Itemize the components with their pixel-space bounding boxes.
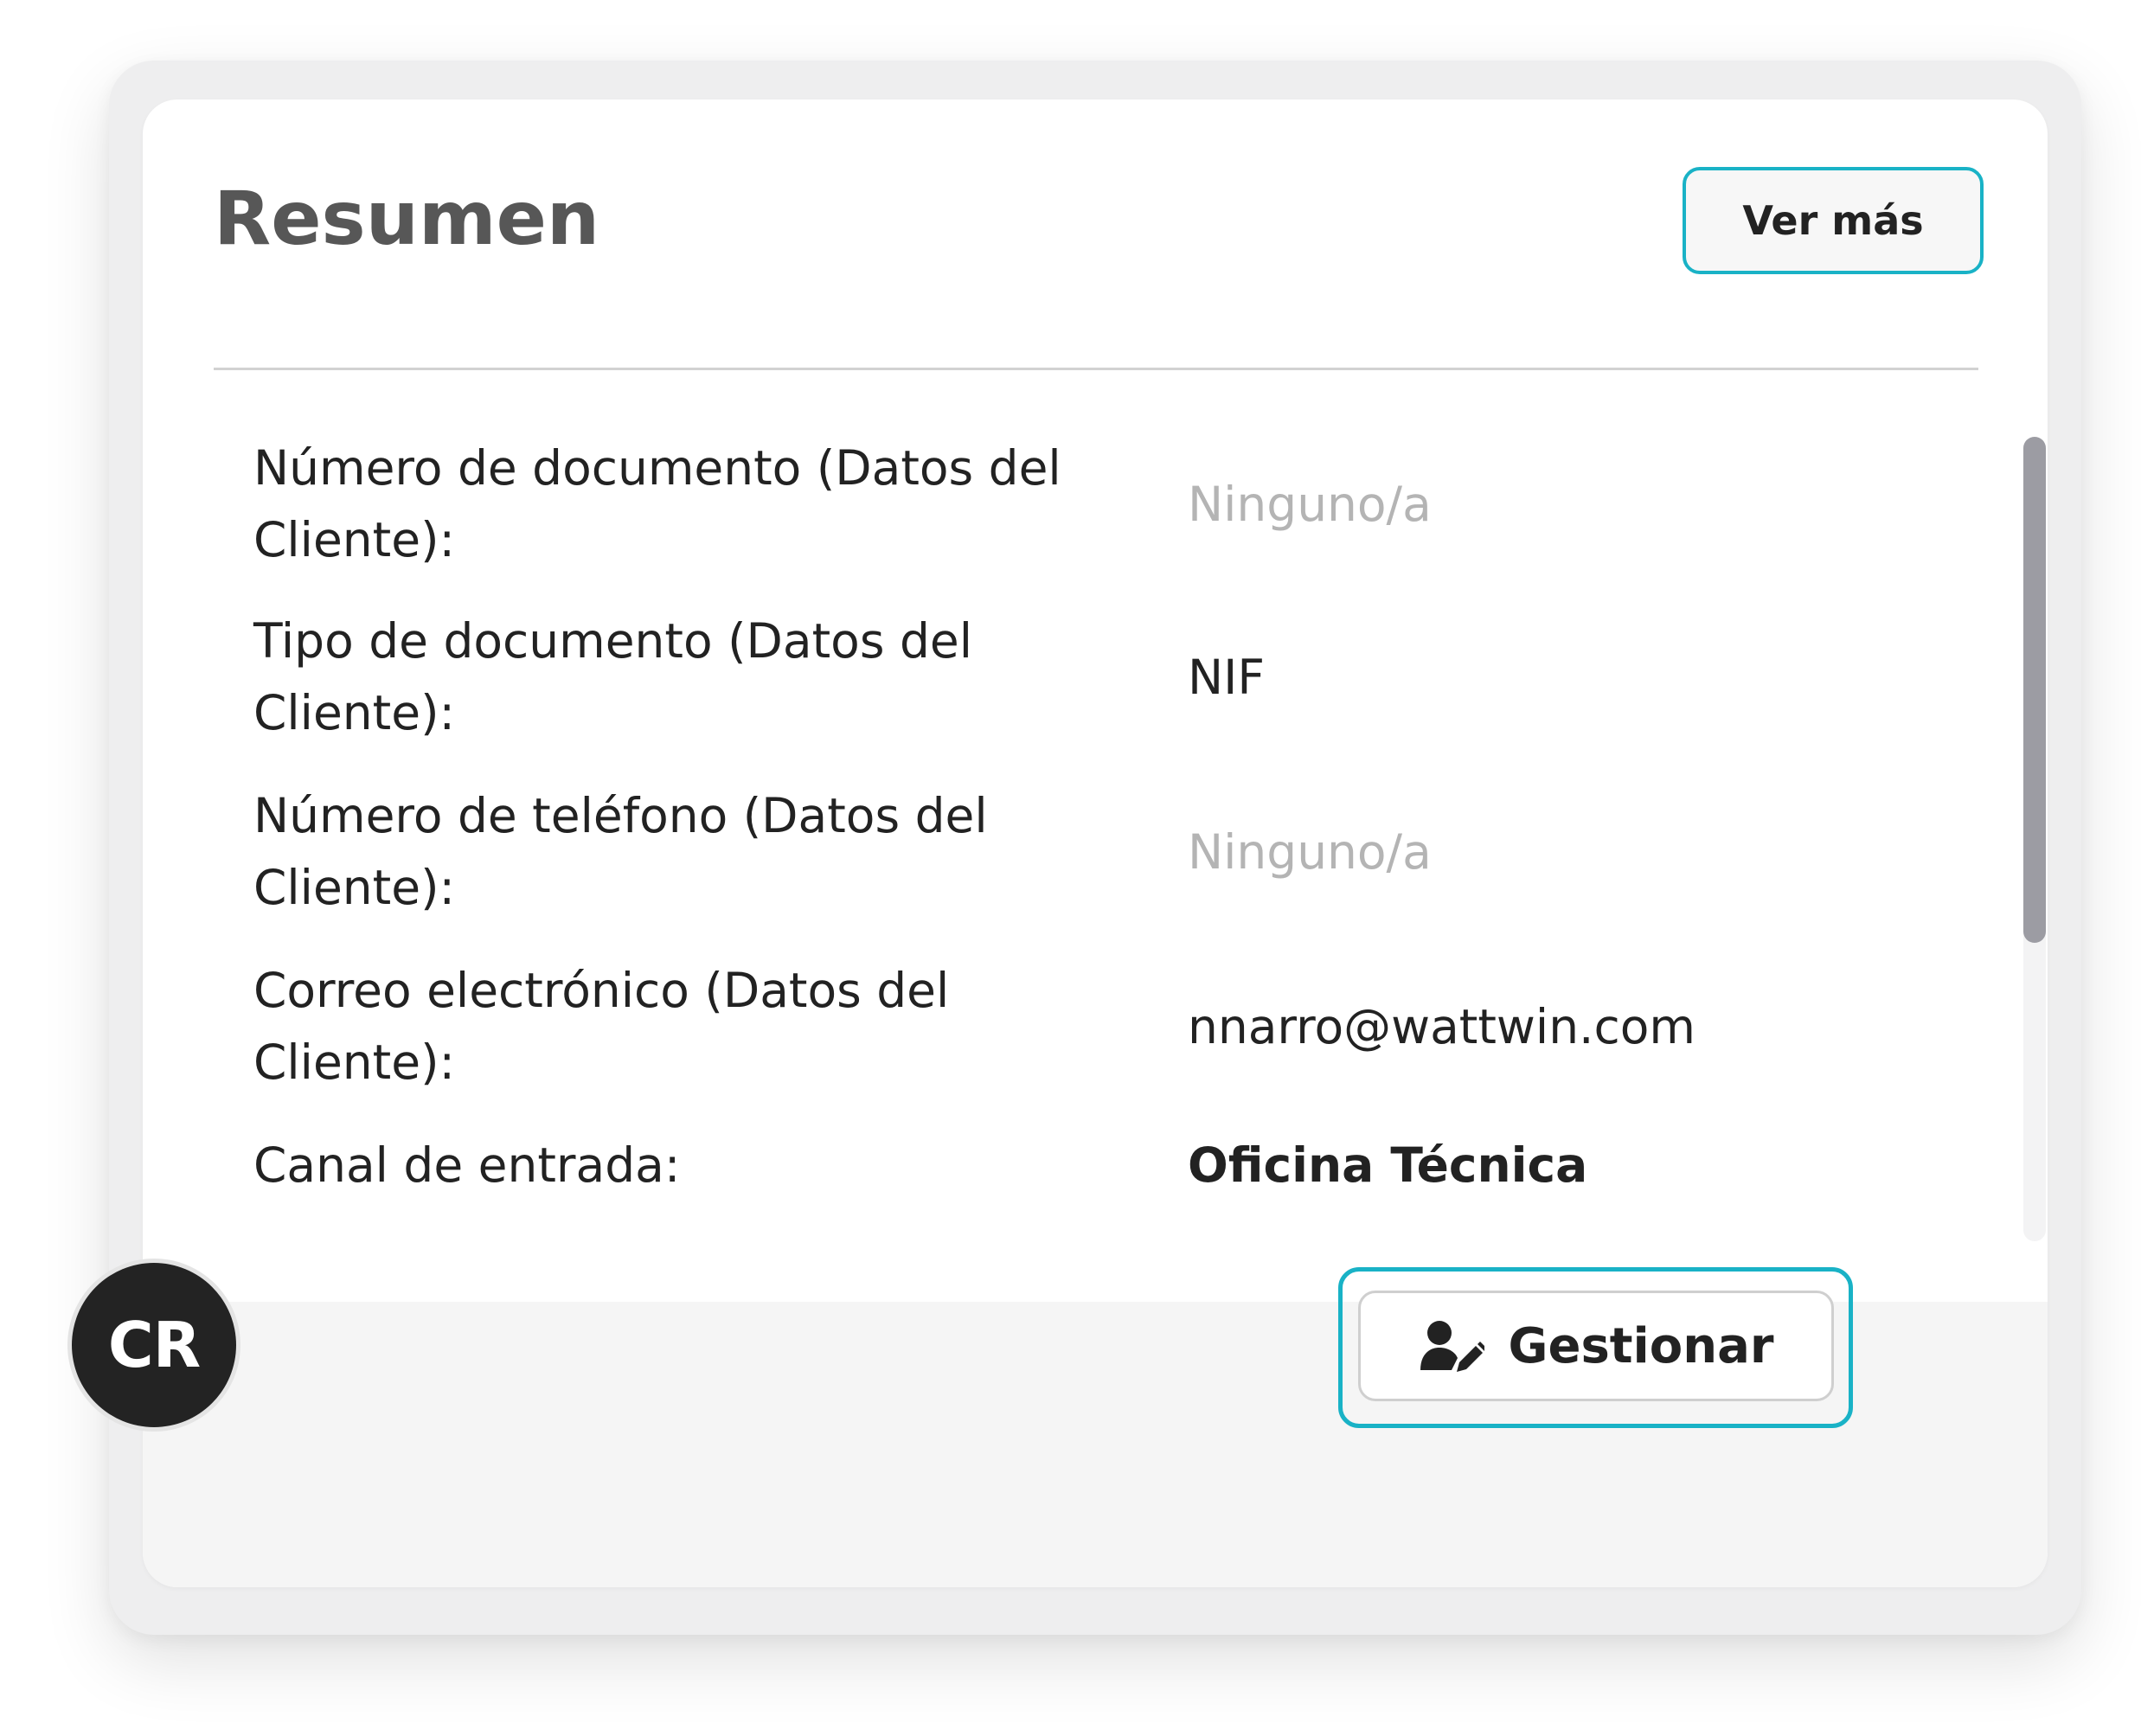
- field-label: Número de documento (Datos del Cliente):: [253, 440, 1061, 567]
- avatar[interactable]: CR: [67, 1259, 240, 1432]
- user-edit-icon: [1419, 1318, 1487, 1374]
- field-value: NIF: [1188, 650, 1265, 705]
- field-value: Oficina Técnica: [1188, 1137, 1588, 1193]
- header-divider: [214, 368, 1978, 370]
- field-value: Ninguno/a: [1188, 477, 1432, 532]
- gestionar-button[interactable]: Gestionar: [1358, 1291, 1834, 1401]
- scrollbar-thumb[interactable]: [2023, 437, 2046, 943]
- field-value: Ninguno/a: [1188, 824, 1432, 880]
- summary-title: Resumen: [214, 176, 600, 262]
- field-label: Canal de entrada:: [253, 1137, 681, 1193]
- field-label: Tipo de documento (Datos del Cliente):: [253, 613, 972, 740]
- field-label: Correo electrónico (Datos del Cliente):: [253, 963, 950, 1090]
- field-value: nnarro@wattwin.com: [1188, 999, 1696, 1054]
- avatar-initials: CR: [72, 1263, 236, 1427]
- ver-mas-button[interactable]: Ver más: [1683, 167, 1984, 274]
- field-label: Número de teléfono (Datos del Cliente):: [253, 788, 988, 915]
- gestionar-label: Gestionar: [1508, 1317, 1774, 1374]
